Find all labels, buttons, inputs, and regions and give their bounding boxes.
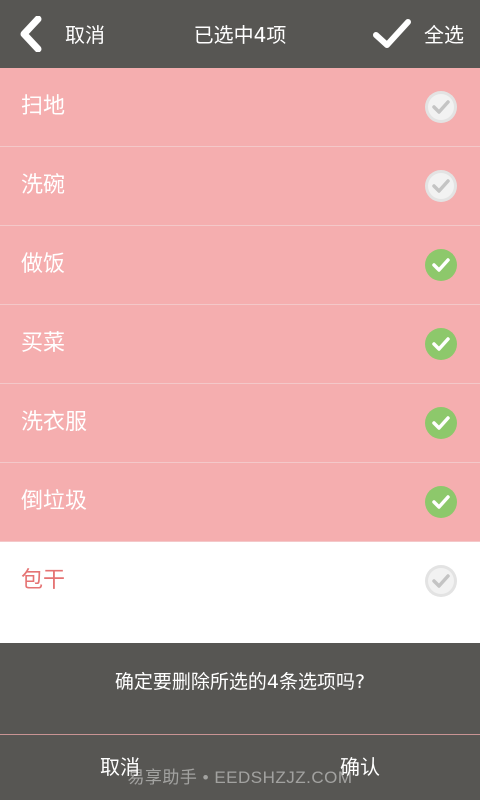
- checked-circle-icon[interactable]: [424, 327, 458, 361]
- dialog-message: 确定要删除所选的4条选项吗?: [114, 671, 366, 693]
- select-all-label: 全选: [424, 23, 464, 47]
- watermark: 易享助手 • EEDSHZJZ.COM: [127, 768, 353, 787]
- checkmark-icon: [373, 19, 411, 48]
- list-item[interactable]: 扫地: [0, 68, 480, 147]
- checked-circle-icon[interactable]: [424, 485, 458, 519]
- list-item-label: 倒垃圾: [21, 489, 88, 514]
- top-bar: 取消 已选中4项 全选: [0, 0, 480, 68]
- list-item-label: 做饭: [21, 252, 66, 277]
- list-item-label: 包干: [21, 568, 66, 593]
- list-item-label: 扫地: [21, 94, 66, 119]
- list-item-label: 买菜: [21, 331, 66, 356]
- list-item[interactable]: 包干: [0, 542, 480, 621]
- unchecked-circle-icon[interactable]: [424, 90, 458, 124]
- list-item-label: 洗衣服: [21, 410, 88, 435]
- select-all-button[interactable]: 全选: [360, 0, 480, 68]
- unchecked-circle-icon[interactable]: [424, 564, 458, 598]
- unchecked-circle-icon[interactable]: [424, 169, 458, 203]
- list-item-label: 洗碗: [21, 173, 66, 198]
- list-bottom-gap: [0, 619, 480, 643]
- list-item[interactable]: 洗衣服: [0, 384, 480, 463]
- dialog-divider: [0, 734, 480, 735]
- list-item[interactable]: 买菜: [0, 305, 480, 384]
- list-item[interactable]: 洗碗: [0, 147, 480, 226]
- list-item[interactable]: 倒垃圾: [0, 463, 480, 542]
- checked-circle-icon[interactable]: [424, 248, 458, 282]
- list-item[interactable]: 做饭: [0, 226, 480, 305]
- checked-circle-icon[interactable]: [424, 406, 458, 440]
- task-list: 扫地 洗碗 做饭 买菜 洗衣服 倒垃圾 包干: [0, 68, 480, 621]
